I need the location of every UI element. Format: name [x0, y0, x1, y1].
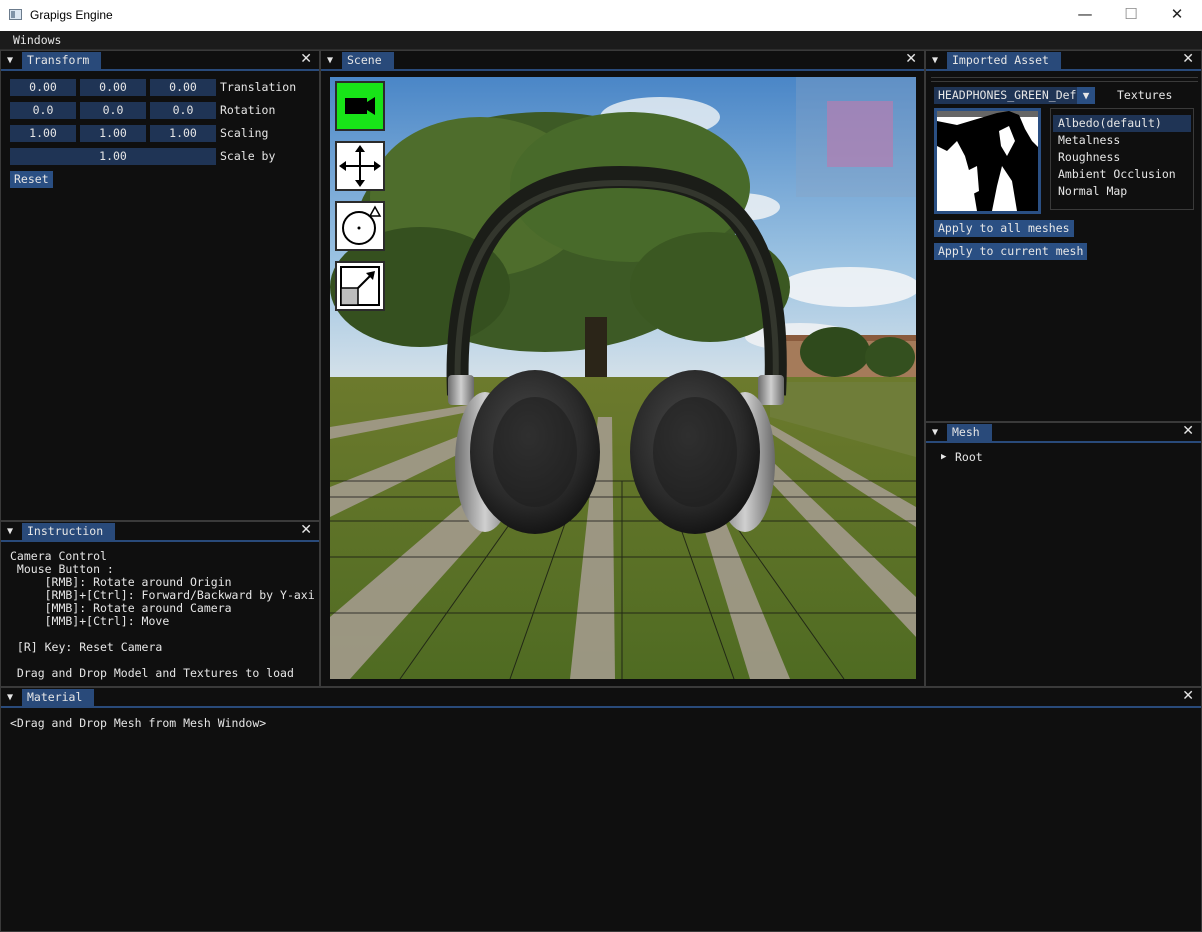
textures-label: Textures: [1117, 88, 1173, 102]
albedo-texture-preview: [937, 111, 1038, 211]
rotation-label: Rotation: [220, 103, 276, 117]
scale-icon: [340, 266, 380, 306]
collapse-arrow-icon[interactable]: ▼: [932, 424, 938, 441]
tree-expand-icon[interactable]: ▶: [941, 449, 946, 466]
close-window-button[interactable]: ✕: [1154, 0, 1200, 31]
scaling-z-field[interactable]: 1.00: [150, 125, 216, 142]
panel-header: ▼ Instruction ✕: [1, 522, 319, 542]
translation-x-field[interactable]: 0.00: [10, 79, 76, 96]
rotate-tool-button[interactable]: [335, 201, 385, 251]
imported-asset-panel: ▼ Imported Asset ✕ HEADPHONES_GREEN_Defa…: [925, 50, 1202, 422]
panel-header: ▼ Transform ✕: [1, 51, 319, 71]
collapse-arrow-icon[interactable]: ▼: [327, 52, 333, 69]
rotation-x-field[interactable]: 0.0: [10, 102, 76, 119]
collapse-arrow-icon[interactable]: ▼: [7, 689, 13, 706]
move-arrows-icon: [339, 145, 381, 187]
minimize-button[interactable]: —: [1062, 0, 1108, 31]
close-icon[interactable]: ✕: [300, 51, 312, 68]
menu-windows[interactable]: Windows: [13, 33, 61, 47]
instruction-panel: ▼ Instruction ✕ Camera Control Mouse But…: [0, 521, 320, 687]
scale-by-field[interactable]: 1.00: [10, 148, 216, 165]
texture-thumbnail[interactable]: [934, 108, 1041, 214]
texture-type-item[interactable]: Roughness: [1058, 149, 1120, 166]
rotate-icon: [342, 205, 382, 245]
close-icon[interactable]: ✕: [905, 51, 917, 68]
material-panel: ▼ Material ✕ <Drag and Drop Mesh from Me…: [0, 687, 1202, 932]
panel-tab-scene[interactable]: Scene: [342, 52, 394, 69]
rotation-z-field[interactable]: 0.0: [150, 102, 216, 119]
texture-type-item[interactable]: Normal Map: [1058, 183, 1127, 200]
divider: [931, 77, 1198, 78]
collapse-arrow-icon[interactable]: ▼: [7, 523, 13, 540]
instruction-line: [MMB]+[Ctrl]: Move: [10, 614, 170, 628]
texture-type-list: Albedo(default) Metalness Roughness Ambi…: [1050, 108, 1194, 210]
scaling-x-field[interactable]: 1.00: [10, 125, 76, 142]
rotation-y-field[interactable]: 0.0: [80, 102, 146, 119]
transform-panel: ▼ Transform ✕ 0.00 0.00 0.00 Translation…: [0, 50, 320, 521]
texture-type-item[interactable]: Metalness: [1058, 132, 1120, 149]
panel-tab-transform[interactable]: Transform: [22, 52, 102, 69]
instruction-line: [R] Key: Reset Camera: [10, 640, 163, 654]
texture-type-label: Albedo(default): [1058, 116, 1162, 130]
apply-all-meshes-button[interactable]: Apply to all meshes: [934, 220, 1074, 237]
scale-tool-button[interactable]: [335, 261, 385, 311]
collapse-arrow-icon[interactable]: ▼: [7, 52, 13, 69]
mesh-panel: ▼ Mesh ✕ ▶ Root: [925, 422, 1202, 687]
close-icon[interactable]: ✕: [1182, 51, 1194, 68]
move-tool-button[interactable]: [335, 141, 385, 191]
divider: [931, 81, 1198, 82]
asset-dropdown-value: HEADPHONES_GREEN_Defau: [938, 88, 1091, 102]
material-drop-hint: <Drag and Drop Mesh from Mesh Window>: [10, 716, 267, 730]
asset-dropdown[interactable]: HEADPHONES_GREEN_Defau ▼: [934, 87, 1095, 104]
window-titlebar: Grapigs Engine — ☐ ✕: [0, 0, 1202, 31]
app-icon: [9, 9, 22, 20]
camera-icon: [345, 97, 375, 115]
translation-z-field[interactable]: 0.00: [150, 79, 216, 96]
maximize-button[interactable]: ☐: [1108, 0, 1154, 31]
panel-tab-instruction[interactable]: Instruction: [22, 523, 116, 540]
scale-by-label: Scale by: [220, 149, 276, 163]
panel-header: ▼ Imported Asset ✕: [926, 51, 1201, 71]
panel-header: ▼ Material ✕: [1, 688, 1201, 708]
panel-tab-material[interactable]: Material: [22, 689, 95, 706]
close-icon[interactable]: ✕: [1182, 688, 1194, 705]
instruction-line: Drag and Drop Model and Textures to load: [10, 666, 294, 680]
reset-button[interactable]: Reset: [10, 171, 53, 188]
scene-panel: ▼ Scene ✕: [320, 50, 925, 687]
collapse-arrow-icon[interactable]: ▼: [932, 52, 938, 69]
panel-header: ▼ Mesh ✕: [926, 423, 1201, 443]
scene-viewport[interactable]: [330, 77, 916, 679]
texture-type-item-selected[interactable]: Albedo(default): [1053, 115, 1191, 132]
menubar: Windows: [0, 31, 1202, 50]
close-icon[interactable]: ✕: [1182, 423, 1194, 440]
translation-label: Translation: [220, 80, 297, 94]
mesh-tree-root[interactable]: Root: [955, 449, 983, 466]
window-title: Grapigs Engine: [30, 8, 113, 22]
scene-render[interactable]: [330, 77, 916, 679]
panel-header: ▼ Scene ✕: [321, 51, 924, 71]
apply-current-mesh-button[interactable]: Apply to current mesh: [934, 243, 1088, 260]
close-icon[interactable]: ✕: [300, 522, 312, 539]
texture-type-item[interactable]: Ambient Occlusion: [1058, 166, 1176, 183]
translation-y-field[interactable]: 0.00: [80, 79, 146, 96]
panel-tab-mesh[interactable]: Mesh: [947, 424, 992, 441]
camera-tool-button[interactable]: [335, 81, 385, 131]
panel-tab-imported-asset[interactable]: Imported Asset: [947, 52, 1061, 69]
dropdown-arrow-icon[interactable]: ▼: [1077, 87, 1095, 104]
scaling-y-field[interactable]: 1.00: [80, 125, 146, 142]
scaling-label: Scaling: [220, 126, 269, 140]
